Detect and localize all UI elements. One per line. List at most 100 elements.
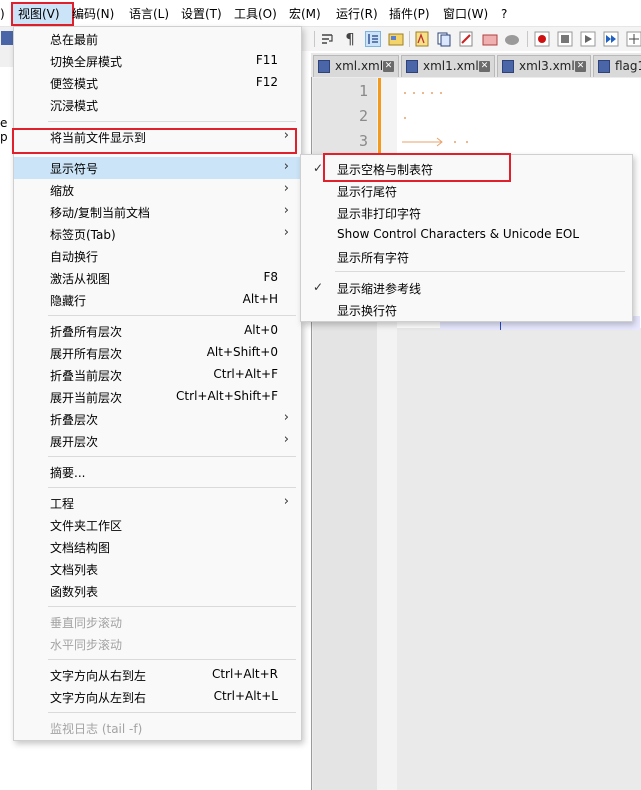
menu-item-fold-all[interactable]: 折叠所有层次 Alt+0: [14, 320, 301, 342]
tab-label: xml.xml: [335, 59, 384, 73]
menu-separator: [48, 659, 296, 660]
toolbar-left-strip: [0, 27, 14, 67]
run-multiple-times-icon[interactable]: [603, 31, 619, 47]
folder-icon[interactable]: [482, 31, 498, 47]
menu-item-always-on-top[interactable]: 总在最前: [14, 28, 301, 50]
tab-label: xml3.xml: [519, 59, 575, 73]
menu-item-document-list[interactable]: 文档列表: [14, 558, 301, 580]
menu-item-label: 折叠层次: [50, 413, 99, 427]
menu-item-label: 沉浸模式: [50, 99, 99, 113]
tab-xml3-xml[interactable]: xml3.xml ✕: [497, 55, 591, 77]
folder-as-workspace-icon[interactable]: [436, 31, 452, 47]
indent-guide-icon[interactable]: [365, 31, 381, 47]
menu-item-fold-level[interactable]: 折叠层次 ›: [14, 408, 301, 430]
menu-item-focus-other-view[interactable]: 激活从视图 F8: [14, 267, 301, 289]
menu-separator: [48, 712, 296, 713]
menu-item-shortcut: F8: [263, 270, 278, 284]
tab-xml-xml[interactable]: xml.xml ✕: [313, 55, 399, 77]
menu-item-post-it[interactable]: 便签模式 F12: [14, 72, 301, 94]
menu-settings[interactable]: 设置(T): [181, 5, 222, 23]
menu-macro[interactable]: 宏(M): [289, 5, 321, 23]
show-all-characters-icon[interactable]: ¶: [342, 31, 358, 47]
word-wrap-icon[interactable]: [320, 31, 336, 47]
menu-item-show-symbol[interactable]: 显示符号 ›: [14, 157, 301, 179]
menu-item-label: 折叠当前层次: [50, 369, 123, 383]
menu-plugins[interactable]: 插件(P): [389, 5, 430, 23]
menu-item-label: 垂直同步滚动: [50, 616, 123, 630]
menu-item-shortcut: F12: [255, 75, 278, 89]
menu-separator: [48, 121, 296, 122]
menu-item-toggle-fullscreen[interactable]: 切换全屏模式 F11: [14, 50, 301, 72]
checkmark-icon: ✓: [313, 161, 324, 175]
submenu-item-show-control-characters[interactable]: Show Control Characters & Unicode EOL: [301, 224, 632, 246]
tab-xml1-xml[interactable]: xml1.xml ✕: [401, 55, 495, 77]
new-file-icon[interactable]: [1, 31, 13, 45]
menu-item-distraction-free[interactable]: 沉浸模式: [14, 94, 301, 116]
menu-item-label: 折叠所有层次: [50, 325, 123, 339]
menu-help[interactable]: ?: [501, 5, 507, 23]
menu-encoding[interactable]: 编码(N): [72, 5, 114, 23]
menu-item-word-wrap[interactable]: 自动换行: [14, 245, 301, 267]
file-icon: [502, 60, 514, 73]
menu-item-project[interactable]: 工程 ›: [14, 492, 301, 514]
menu-item-unfold-current[interactable]: 展开当前层次 Ctrl+Alt+Shift+F: [14, 386, 301, 408]
menu-item-unfold-all[interactable]: 展开所有层次 Alt+Shift+0: [14, 342, 301, 364]
checkmark-icon: ✓: [313, 280, 324, 294]
menu-language[interactable]: 语言(L): [129, 5, 169, 23]
monitoring-icon[interactable]: [458, 31, 474, 47]
submenu-arrow-icon: ›: [283, 181, 289, 196]
submenu-item-show-wrap-symbol[interactable]: 显示换行符: [301, 299, 632, 321]
record-macro-cloud-icon[interactable]: [504, 31, 520, 47]
function-list-icon[interactable]: [414, 31, 430, 47]
stop-recording-icon[interactable]: [557, 31, 573, 47]
menu-item-summary[interactable]: 摘要...: [14, 461, 301, 483]
submenu-arrow-icon: ›: [283, 159, 289, 174]
submenu-item-show-non-printing[interactable]: 显示非打印字符: [301, 202, 632, 224]
document-map-icon[interactable]: [388, 31, 404, 47]
menu-item-label: 展开层次: [50, 435, 99, 449]
menu-item-label: 标签页(Tab): [50, 228, 116, 242]
submenu-arrow-icon: ›: [283, 225, 289, 240]
menu-item-label: 移动/复制当前文档: [50, 206, 151, 220]
menu-separator: [48, 456, 296, 457]
menu-run[interactable]: 运行(R): [336, 5, 378, 23]
menu-item-function-list[interactable]: 函数列表: [14, 580, 301, 602]
menu-item-move-clone-document[interactable]: 移动/复制当前文档 ›: [14, 201, 301, 223]
close-tab-icon[interactable]: ✕: [575, 61, 586, 72]
menu-item-hide-lines[interactable]: 隐藏行 Alt+H: [14, 289, 301, 311]
submenu-arrow-icon: ›: [283, 203, 289, 218]
tab-flag1[interactable]: flag1: [593, 55, 641, 77]
menu-item-label: 展开所有层次: [50, 347, 123, 361]
submenu-item-show-end-of-line[interactable]: 显示行尾符: [301, 180, 632, 202]
menu-window[interactable]: 窗口(W): [443, 5, 488, 23]
menu-item-folder-as-workspace[interactable]: 文件夹工作区: [14, 514, 301, 536]
menu-view[interactable]: 视图(V): [18, 5, 60, 23]
menu-item-label: 切换全屏模式: [50, 55, 123, 69]
menu-item-zoom[interactable]: 缩放 ›: [14, 179, 301, 201]
menu-item-label: 显示符号: [50, 162, 99, 176]
toolbar-separator: [409, 31, 410, 47]
menu-item-text-rtl[interactable]: 文字方向从右到左 Ctrl+Alt+R: [14, 664, 301, 686]
menu-item-shortcut: Alt+Shift+0: [206, 345, 278, 359]
menu-item-label: 激活从视图: [50, 272, 111, 286]
line-number: 2: [358, 107, 368, 125]
menu-item-shortcut: Ctrl+Alt+F: [213, 367, 278, 381]
menu-item-label: 自动换行: [50, 250, 99, 264]
menu-item-shortcut: Alt+0: [244, 323, 278, 337]
menu-item-fold-current[interactable]: 折叠当前层次 Ctrl+Alt+F: [14, 364, 301, 386]
start-recording-icon[interactable]: [534, 31, 550, 47]
submenu-item-show-indent-guide[interactable]: ✓ 显示缩进参考线: [301, 277, 632, 299]
menu-item-unfold-level[interactable]: 展开层次 ›: [14, 430, 301, 452]
submenu-arrow-icon: ›: [283, 494, 289, 509]
save-macro-icon[interactable]: [626, 31, 641, 47]
close-tab-icon[interactable]: ✕: [479, 61, 490, 72]
menu-tools[interactable]: 工具(O): [234, 5, 277, 23]
tab-label: flag1: [615, 59, 641, 73]
playback-icon[interactable]: [580, 31, 596, 47]
close-tab-icon[interactable]: ✕: [383, 61, 394, 72]
menu-item-sync-horizontal-scrolling: 水平同步滚动: [14, 633, 301, 655]
submenu-item-show-all-characters[interactable]: 显示所有字符: [301, 246, 632, 268]
menu-item-tab[interactable]: 标签页(Tab) ›: [14, 223, 301, 245]
menu-item-document-map[interactable]: 文档结构图: [14, 536, 301, 558]
menu-item-text-ltr[interactable]: 文字方向从左到右 Ctrl+Alt+L: [14, 686, 301, 708]
